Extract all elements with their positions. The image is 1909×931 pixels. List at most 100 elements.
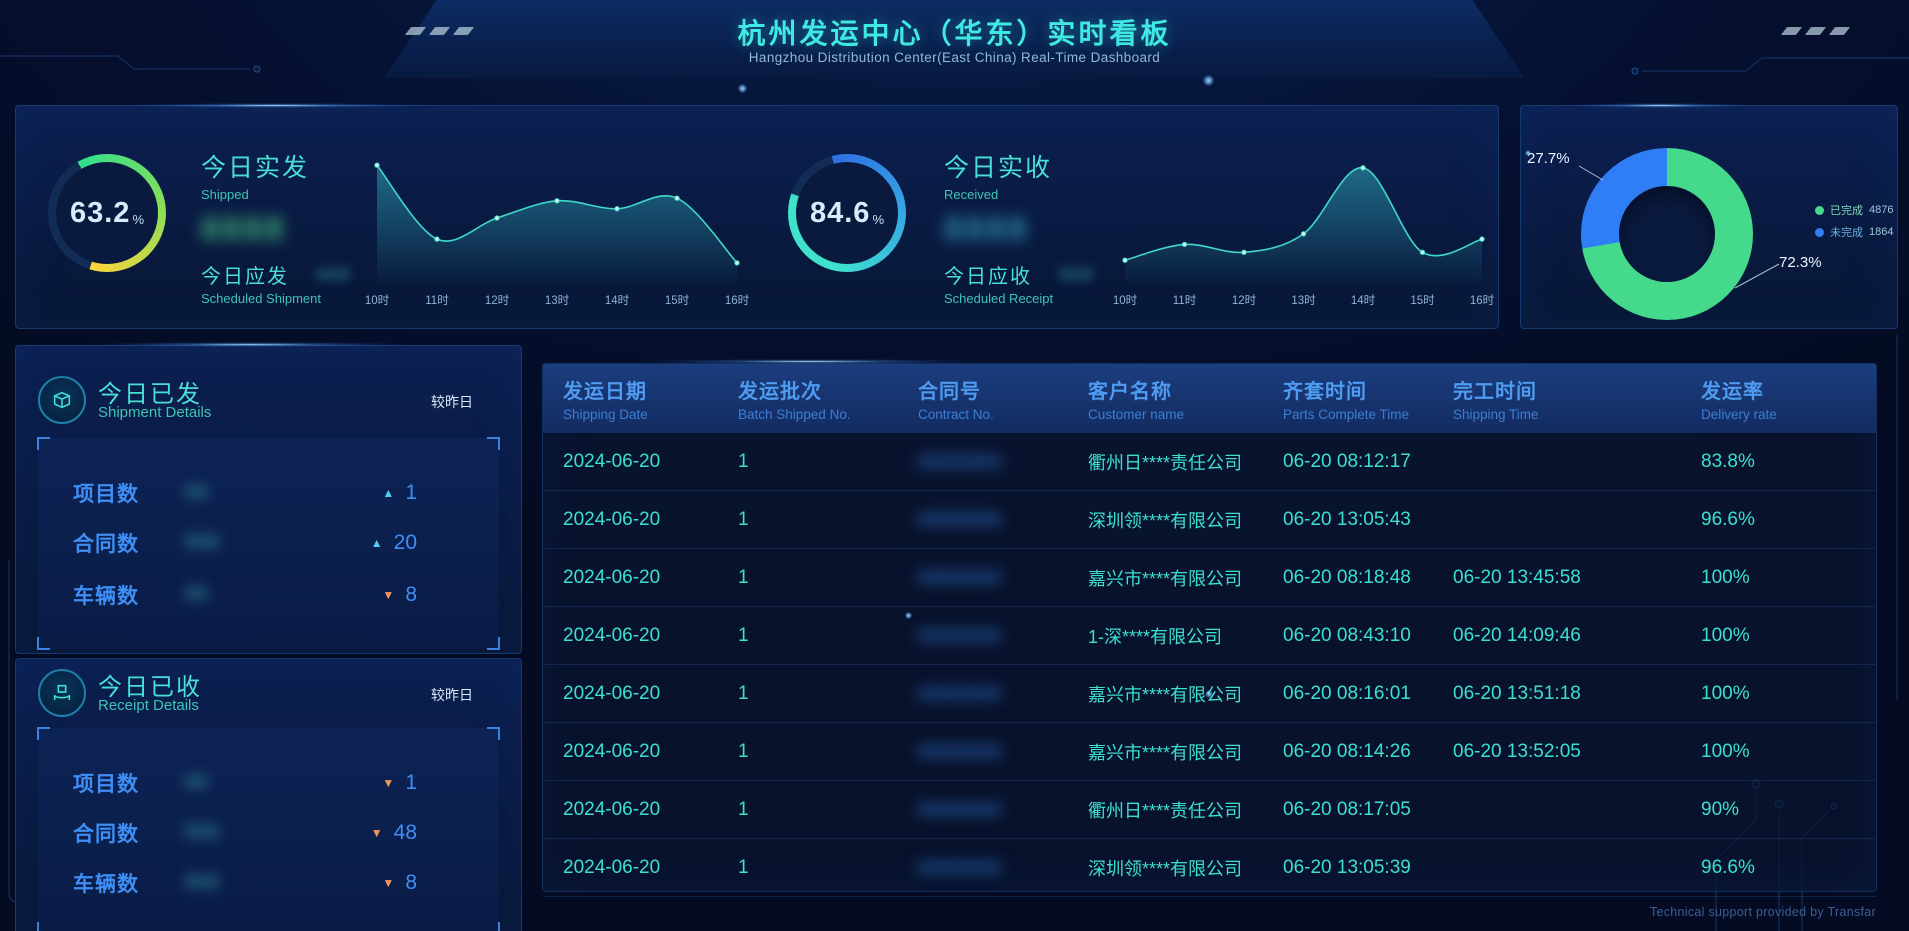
- shipped-trend-chart: 10时11时12时13时14时15时16时: [361, 146, 753, 316]
- donut-label-done: 72.3%: [1779, 254, 1822, 271]
- cell-contract: 88888888: [918, 626, 1088, 646]
- x-axis-label: 12时: [1232, 294, 1257, 307]
- legend-label-done: 已完成: [1830, 202, 1863, 218]
- stat-change: 1: [405, 771, 417, 795]
- cell-ship_time: 06-20 13:45:58: [1453, 567, 1701, 589]
- header: 杭州发运中心（华东）实时看板 Hangzhou Distribution Cen…: [0, 0, 1909, 78]
- cell-rate: 96.6%: [1701, 857, 1876, 879]
- cell-rate: 90%: [1701, 799, 1876, 821]
- stat-row-vehicles: 车辆数 88 8: [73, 580, 469, 610]
- receipt-box-icon: [38, 669, 86, 717]
- table-row: 2024-06-20188888888嘉兴市****有限公司06-20 08:1…: [543, 549, 1876, 607]
- legend-item-undone[interactable]: 未完成 1864: [1815, 224, 1893, 240]
- stat-label: 项目数: [73, 768, 185, 798]
- legend-item-done[interactable]: 已完成 4876: [1815, 202, 1893, 218]
- trend-arrow-icon: [371, 537, 383, 549]
- cell-customer: 衢州日****责任公司: [1088, 797, 1283, 823]
- cell-ship_time: 06-20 13:52:05: [1453, 741, 1701, 763]
- column-header-cn: 合同号: [918, 375, 1088, 404]
- x-axis-label: 16时: [725, 294, 750, 307]
- received-gauge: 84.6 %: [788, 154, 906, 272]
- table-row: 2024-06-20188888888深圳领****有限公司06-20 13:0…: [543, 839, 1876, 897]
- data-point: [1182, 242, 1186, 246]
- data-point: [435, 237, 439, 241]
- data-point: [375, 163, 379, 167]
- stat-label: 合同数: [73, 818, 185, 848]
- cell-batch: 1: [738, 509, 918, 531]
- table-row: 2024-06-20188888888嘉兴市****有限公司06-20 08:1…: [543, 665, 1876, 723]
- stat-value-masked: 888: [185, 532, 220, 554]
- footer-credit: Technical support provided by Transfar: [1650, 905, 1876, 919]
- shipped-value-masked: 8888: [201, 210, 286, 248]
- receipt-panel-subtitle: Receipt Details: [98, 697, 199, 714]
- column-header-en: Shipping Time: [1453, 407, 1701, 422]
- column-header-cn: 齐套时间: [1283, 375, 1453, 404]
- cell-contract: 88888888: [918, 452, 1088, 472]
- legend-label-undone: 未完成: [1830, 224, 1863, 240]
- receipt-details-panel: 今日已收 Receipt Details 较昨日 项目数 88 1 合同数 88…: [15, 658, 522, 931]
- trend-arrow-icon: [382, 777, 394, 789]
- stat-change: 8: [405, 583, 417, 607]
- data-point: [615, 207, 619, 211]
- x-axis-label: 16时: [1470, 294, 1495, 307]
- cell-date: 2024-06-20: [563, 683, 738, 705]
- shipment-box-icon: [38, 376, 86, 424]
- column-header-cn: 发运日期: [563, 375, 738, 404]
- stat-value-masked: 88: [185, 772, 208, 794]
- cell-batch: 1: [738, 683, 918, 705]
- cell-rate: 100%: [1701, 625, 1876, 647]
- scheduled-shipment-label: 今日应发: [201, 260, 289, 289]
- data-point: [495, 216, 499, 220]
- data-point: [675, 196, 679, 200]
- scheduled-receipt-label: 今日应收: [944, 260, 1032, 289]
- x-axis-label: 10时: [365, 294, 390, 307]
- trend-arrow-icon: [382, 877, 394, 889]
- cell-date: 2024-06-20: [563, 567, 738, 589]
- data-point: [1301, 232, 1305, 236]
- receipt-compare-label: 较昨日: [431, 685, 473, 705]
- cell-rate: 83.8%: [1701, 451, 1876, 473]
- legend-value-undone: 1864: [1869, 226, 1893, 238]
- data-point: [1242, 250, 1246, 254]
- legend-dot-undone: [1815, 228, 1824, 237]
- cell-customer: 嘉兴市****有限公司: [1088, 681, 1283, 707]
- cell-batch: 1: [738, 451, 918, 473]
- column-header-en: Contract No.: [918, 407, 1088, 422]
- cell-batch: 1: [738, 799, 918, 821]
- cell-ship_time: 06-20 13:51:18: [1453, 683, 1701, 705]
- stat-value-masked: 88: [185, 584, 208, 606]
- stat-row-projects: 项目数 88 1: [73, 768, 469, 798]
- trend-arrow-icon: [371, 827, 383, 839]
- data-point: [1361, 166, 1365, 170]
- column-header-cn: 客户名称: [1088, 375, 1283, 404]
- dashboard-root: 杭州发运中心（华东）实时看板 Hangzhou Distribution Cen…: [0, 0, 1909, 931]
- table-row: 2024-06-20188888888衢州日****责任公司06-20 08:1…: [543, 781, 1876, 839]
- data-point: [1420, 250, 1424, 254]
- shipped-gauge-unit: %: [132, 212, 144, 227]
- stat-value-masked: 888: [185, 822, 220, 844]
- cell-customer: 衢州日****责任公司: [1088, 449, 1283, 475]
- completion-donut-chart: [1581, 148, 1753, 320]
- scheduled-receipt-value-masked: 888: [1060, 265, 1094, 285]
- table-body: 2024-06-20188888888衢州日****责任公司06-20 08:1…: [543, 433, 1876, 897]
- cell-date: 2024-06-20: [563, 509, 738, 531]
- cell-customer: 嘉兴市****有限公司: [1088, 565, 1283, 591]
- donut-legend: 已完成 4876 未完成 1864: [1815, 202, 1893, 240]
- data-point: [1480, 237, 1484, 241]
- kpi-card: 63.2 % 今日实发 Shipped 8888 今日应发 888 Schedu…: [15, 105, 1499, 329]
- x-axis-label: 10时: [1113, 294, 1138, 307]
- cell-batch: 1: [738, 625, 918, 647]
- cell-complete_time: 06-20 08:12:17: [1283, 451, 1453, 473]
- cell-customer: 1-深****有限公司: [1088, 623, 1283, 649]
- cell-batch: 1: [738, 567, 918, 589]
- page-subtitle: Hangzhou Distribution Center(East China)…: [0, 50, 1909, 65]
- stat-label: 车辆数: [73, 580, 185, 610]
- completion-donut-card: 27.7% 72.3% 已完成 4876 未完成 1864: [1520, 105, 1898, 329]
- receipt-stats-box: 项目数 88 1 合同数 888 48 车辆数 888 8: [38, 728, 499, 931]
- shipped-gauge: 63.2 %: [48, 154, 166, 272]
- cell-contract: 88888888: [918, 742, 1088, 762]
- shipment-details-panel: 今日已发 Shipment Details 较昨日 项目数 88 1 合同数 8…: [15, 345, 522, 654]
- cell-contract: 88888888: [918, 800, 1088, 820]
- stat-change: 1: [405, 481, 417, 505]
- stat-row-contracts: 合同数 888 48: [73, 818, 469, 848]
